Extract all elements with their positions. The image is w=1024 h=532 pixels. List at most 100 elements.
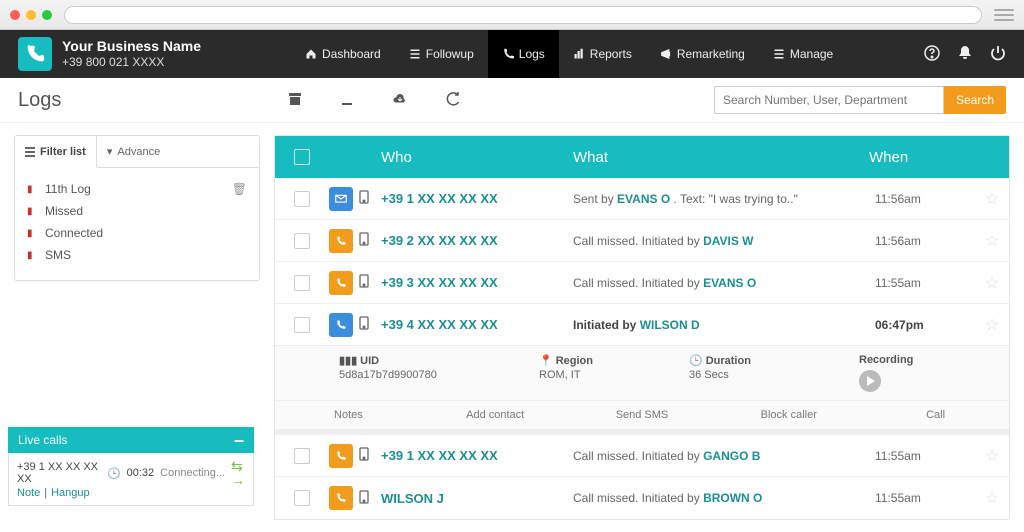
table-row[interactable]: +39 4 XX XX XX XX Initiated by WILSON D … bbox=[275, 304, 1009, 346]
table-row[interactable]: WILSON J Call missed. Initiated by BROWN… bbox=[275, 477, 1009, 519]
uid-value: 5d8a17b7d9900780 bbox=[339, 369, 539, 381]
user-link[interactable]: EVANS O bbox=[703, 276, 756, 290]
main-nav: Dashboard Followup Logs Reports Remarket… bbox=[291, 30, 847, 78]
table-row[interactable]: +39 1 XX XX XX XX Call missed. Initiated… bbox=[275, 435, 1009, 477]
row-what: Call missed. Initiated by DAVIS W bbox=[573, 234, 875, 248]
row-time: 11:55am bbox=[875, 449, 975, 463]
phone-number[interactable]: +39 2 XX XX XX XX bbox=[381, 233, 573, 248]
hamburger-icon[interactable] bbox=[994, 5, 1014, 25]
nav-logs[interactable]: Logs bbox=[488, 30, 559, 78]
user-link[interactable]: WILSON D bbox=[640, 318, 700, 332]
filter-item-connected[interactable]: ▮ Connected bbox=[27, 222, 247, 244]
live-call-number: +39 1 XX XX XX XX bbox=[17, 461, 101, 485]
row-what: Initiated by WILSON D bbox=[573, 318, 875, 332]
search-button[interactable]: Search bbox=[944, 86, 1006, 114]
nav-remarketing[interactable]: Remarketing bbox=[646, 30, 759, 78]
mobile-icon bbox=[359, 490, 369, 507]
mobile-icon bbox=[359, 274, 369, 291]
recording-label: Recording bbox=[859, 354, 913, 366]
search-input[interactable] bbox=[714, 86, 944, 114]
live-call-status: Connecting... bbox=[160, 467, 225, 479]
logo-phone-icon[interactable] bbox=[18, 37, 52, 71]
minimize-icon[interactable]: – bbox=[234, 430, 244, 451]
action-notes[interactable]: Notes bbox=[275, 401, 422, 429]
close-window-icon[interactable] bbox=[10, 10, 20, 20]
row-checkbox[interactable] bbox=[294, 191, 310, 207]
mobile-icon bbox=[359, 232, 369, 249]
transfer-icon[interactable]: ⇆→ bbox=[231, 459, 245, 487]
sms-icon bbox=[329, 187, 353, 211]
trash-icon[interactable]: 🗑 bbox=[232, 182, 247, 196]
archive-icon[interactable] bbox=[288, 92, 302, 109]
live-hangup-link[interactable]: Hangup bbox=[51, 487, 90, 499]
row-what: Call missed. Initiated by BROWN O bbox=[573, 491, 875, 505]
help-icon[interactable] bbox=[924, 45, 940, 64]
action-block-caller[interactable]: Block caller bbox=[715, 401, 862, 429]
nav-dashboard[interactable]: Dashboard bbox=[291, 30, 395, 78]
page-title: Logs bbox=[18, 89, 278, 112]
nav-reports[interactable]: Reports bbox=[559, 30, 646, 78]
live-calls-header[interactable]: Live calls – bbox=[8, 427, 254, 453]
row-checkbox[interactable] bbox=[294, 448, 310, 464]
phone-number[interactable]: WILSON J bbox=[381, 491, 573, 506]
maximize-window-icon[interactable] bbox=[42, 10, 52, 20]
select-all-checkbox[interactable] bbox=[294, 149, 310, 165]
star-icon[interactable]: ☆ bbox=[975, 488, 1009, 508]
phone-number[interactable]: +39 4 XX XX XX XX bbox=[381, 317, 573, 332]
row-time: 11:56am bbox=[875, 192, 975, 206]
cloud-download-icon[interactable] bbox=[392, 92, 408, 109]
live-note-link[interactable]: Note bbox=[17, 487, 40, 499]
power-icon[interactable] bbox=[990, 45, 1006, 64]
top-navbar: Your Business Name +39 800 021 XXXX Dash… bbox=[0, 30, 1024, 78]
bell-icon[interactable] bbox=[958, 45, 972, 64]
phone-number[interactable]: +39 3 XX XX XX XX bbox=[381, 275, 573, 290]
phone-number[interactable]: +39 1 XX XX XX XX bbox=[381, 191, 573, 206]
list-icon bbox=[25, 147, 35, 157]
nav-remarketing-label: Remarketing bbox=[677, 47, 745, 61]
refresh-icon[interactable] bbox=[446, 92, 460, 109]
mobile-icon bbox=[359, 190, 369, 207]
user-link[interactable]: DAVIS W bbox=[703, 234, 753, 248]
col-what: What bbox=[573, 149, 869, 166]
star-icon[interactable]: ☆ bbox=[975, 446, 1009, 466]
barcode-icon: ▮▮▮ bbox=[339, 354, 357, 367]
tab-filter-list[interactable]: Filter list bbox=[15, 136, 97, 168]
filter-label: 11th Log bbox=[45, 182, 91, 196]
duration-value: 36 Secs bbox=[689, 369, 859, 381]
star-icon[interactable]: ☆ bbox=[975, 189, 1009, 209]
row-detail: ▮▮▮UID 5d8a17b7d9900780 📍Region ROM, IT … bbox=[275, 346, 1009, 430]
row-checkbox[interactable] bbox=[294, 233, 310, 249]
table-row[interactable]: +39 3 XX XX XX XX Call missed. Initiated… bbox=[275, 262, 1009, 304]
play-button[interactable] bbox=[859, 370, 881, 392]
download-icon[interactable] bbox=[340, 92, 354, 109]
table-row[interactable]: +39 2 XX XX XX XX Call missed. Initiated… bbox=[275, 220, 1009, 262]
filter-item-missed[interactable]: ▮ Missed bbox=[27, 200, 247, 222]
nav-followup[interactable]: Followup bbox=[395, 30, 488, 78]
star-icon[interactable]: ☆ bbox=[975, 273, 1009, 293]
filter-item-11th-log[interactable]: ▮ 11th Log 🗑 bbox=[27, 178, 247, 200]
col-who: Who bbox=[329, 149, 573, 166]
star-icon[interactable]: ☆ bbox=[975, 315, 1009, 335]
filter-item-sms[interactable]: ▮ SMS bbox=[27, 244, 247, 266]
tab-advance[interactable]: ▾ Advance bbox=[97, 136, 259, 168]
action-add-contact[interactable]: Add contact bbox=[422, 401, 569, 429]
action-send-sms[interactable]: Send SMS bbox=[569, 401, 716, 429]
user-link[interactable]: EVANS O bbox=[617, 192, 670, 206]
minimize-window-icon[interactable] bbox=[26, 10, 36, 20]
user-link[interactable]: BROWN O bbox=[703, 491, 762, 505]
row-time: 11:56am bbox=[875, 234, 975, 248]
filter-label: Connected bbox=[45, 226, 103, 240]
star-icon[interactable]: ☆ bbox=[975, 231, 1009, 251]
row-checkbox[interactable] bbox=[294, 317, 310, 333]
url-bar[interactable] bbox=[64, 6, 982, 24]
clock-icon: 🕒 bbox=[107, 467, 121, 480]
table-row[interactable]: +39 1 XX XX XX XX Sent by EVANS O . Text… bbox=[275, 178, 1009, 220]
top-right-icons bbox=[924, 45, 1006, 64]
action-call[interactable]: Call bbox=[862, 401, 1009, 429]
user-link[interactable]: GANGO B bbox=[703, 449, 760, 463]
filter-label: SMS bbox=[45, 248, 71, 262]
row-checkbox[interactable] bbox=[294, 490, 310, 506]
nav-manage[interactable]: Manage bbox=[759, 30, 847, 78]
phone-number[interactable]: +39 1 XX XX XX XX bbox=[381, 448, 573, 463]
row-checkbox[interactable] bbox=[294, 275, 310, 291]
